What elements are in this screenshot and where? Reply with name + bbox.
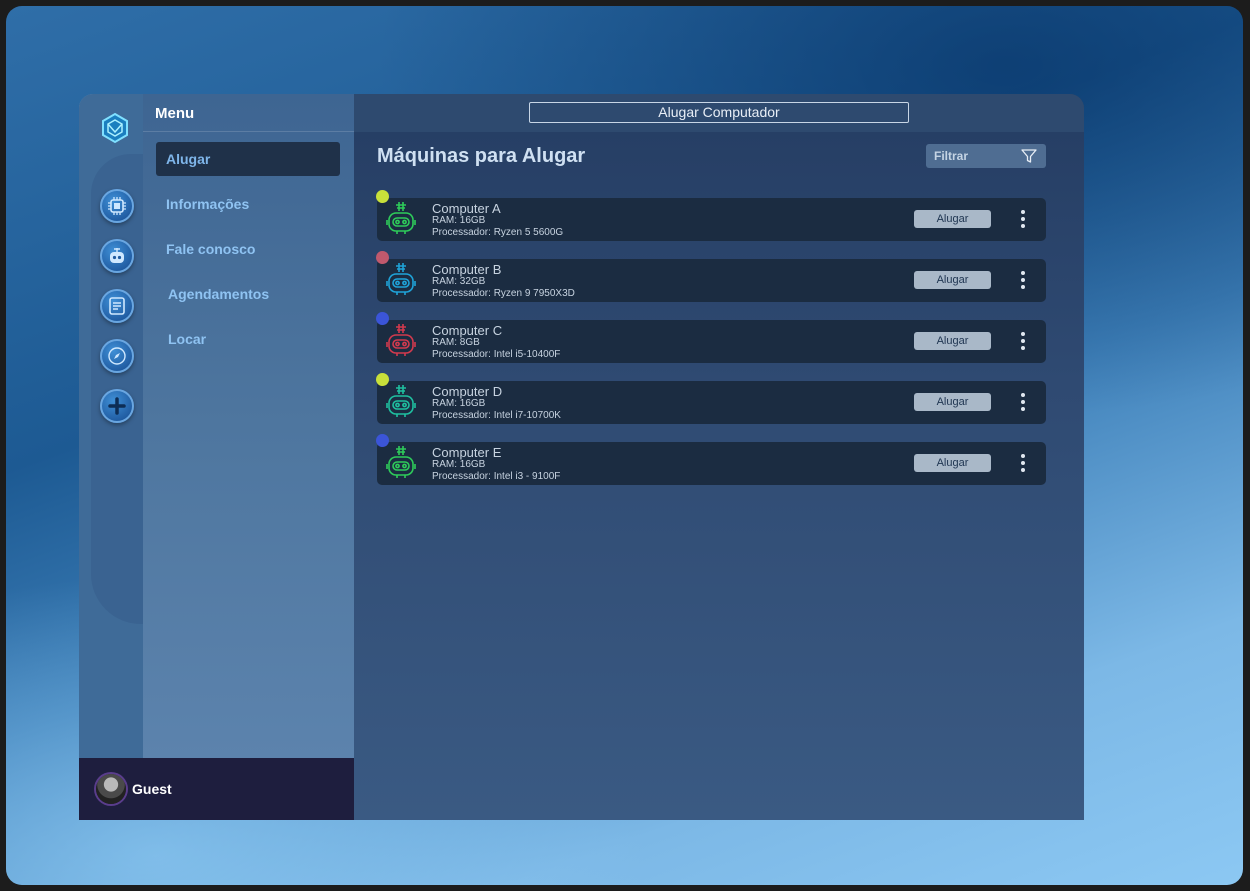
robot-icon — [386, 446, 416, 478]
menu-title: Menu — [155, 105, 195, 122]
menu-item-fale-conosco[interactable]: Fale conosco — [156, 232, 340, 266]
robot-icon[interactable] — [100, 239, 134, 273]
page-title: Máquinas para Alugar — [377, 145, 586, 167]
computer-name: Computer C — [432, 323, 503, 338]
computer-processor: Processador: Ryzen 9 7950X3D — [432, 288, 575, 299]
list-item[interactable]: Computer D RAM: 16GB Processador: Intel … — [376, 373, 1046, 424]
icon-rail — [79, 94, 143, 820]
menu-panel: Menu Alugar Informações Fale conosco Age… — [143, 94, 354, 758]
list-item[interactable]: Computer E RAM: 16GB Processador: Intel … — [376, 434, 1046, 485]
menu-item-agendamentos[interactable]: Agendamentos — [156, 277, 340, 311]
list-icon[interactable] — [100, 289, 134, 323]
hexagon-logo-icon[interactable] — [99, 112, 131, 144]
compass-icon[interactable] — [100, 339, 134, 373]
rent-button[interactable]: Alugar — [914, 210, 991, 228]
plus-icon[interactable] — [100, 389, 134, 423]
menu-item-alugar[interactable]: Alugar — [156, 142, 340, 176]
robot-icon — [386, 385, 416, 417]
computer-name: Computer B — [432, 262, 502, 277]
list-item[interactable]: Computer B RAM: 32GB Processador: Ryzen … — [376, 251, 1046, 302]
menu-item-locar[interactable]: Locar — [156, 322, 340, 356]
computer-ram: RAM: 16GB — [432, 398, 486, 409]
robot-icon — [386, 324, 416, 356]
more-options-icon[interactable] — [1017, 454, 1029, 472]
desktop-background: Menu Alugar Informações Fale conosco Age… — [6, 6, 1243, 885]
user-profile[interactable]: Guest — [79, 758, 354, 820]
app-window: Menu Alugar Informações Fale conosco Age… — [79, 94, 1084, 820]
more-options-icon[interactable] — [1017, 393, 1029, 411]
main-content: Alugar Computador Máquinas para Alugar F… — [354, 94, 1084, 820]
computer-processor: Processador: Ryzen 5 5600G — [432, 227, 564, 238]
rent-button[interactable]: Alugar — [914, 271, 991, 289]
computer-name: Computer A — [432, 201, 501, 216]
more-options-icon[interactable] — [1017, 332, 1029, 350]
filter-icon — [1021, 149, 1037, 163]
computer-processor: Processador: Intel i7-10700K — [432, 410, 561, 421]
header-bar: Alugar Computador — [354, 94, 1084, 132]
cpu-icon[interactable] — [100, 189, 134, 223]
robot-icon — [386, 202, 416, 234]
computer-name: Computer D — [432, 384, 503, 399]
robot-icon — [386, 263, 416, 295]
filter-button[interactable]: Filtrar — [926, 144, 1046, 168]
computer-processor: Processador: Intel i5-10400F — [432, 349, 561, 360]
filter-label: Filtrar — [934, 149, 969, 163]
more-options-icon[interactable] — [1017, 210, 1029, 228]
computer-name: Computer E — [432, 445, 502, 460]
computer-ram: RAM: 8GB — [432, 337, 480, 348]
computer-ram: RAM: 16GB — [432, 459, 486, 470]
list-item[interactable]: Computer C RAM: 8GB Processador: Intel i… — [376, 312, 1046, 363]
avatar — [96, 774, 126, 804]
computer-ram: RAM: 16GB — [432, 215, 486, 226]
more-options-icon[interactable] — [1017, 271, 1029, 289]
rent-button[interactable]: Alugar — [914, 454, 991, 472]
header-title: Alugar Computador — [529, 102, 909, 123]
computer-ram: RAM: 32GB — [432, 276, 486, 287]
divider — [143, 131, 354, 132]
rent-button[interactable]: Alugar — [914, 393, 991, 411]
computer-processor: Processador: Intel i3 - 9100F — [432, 471, 561, 482]
user-name: Guest — [132, 781, 172, 797]
menu-item-informacoes[interactable]: Informações — [156, 187, 340, 221]
rent-button[interactable]: Alugar — [914, 332, 991, 350]
list-item[interactable]: Computer A RAM: 16GB Processador: Ryzen … — [376, 190, 1046, 241]
